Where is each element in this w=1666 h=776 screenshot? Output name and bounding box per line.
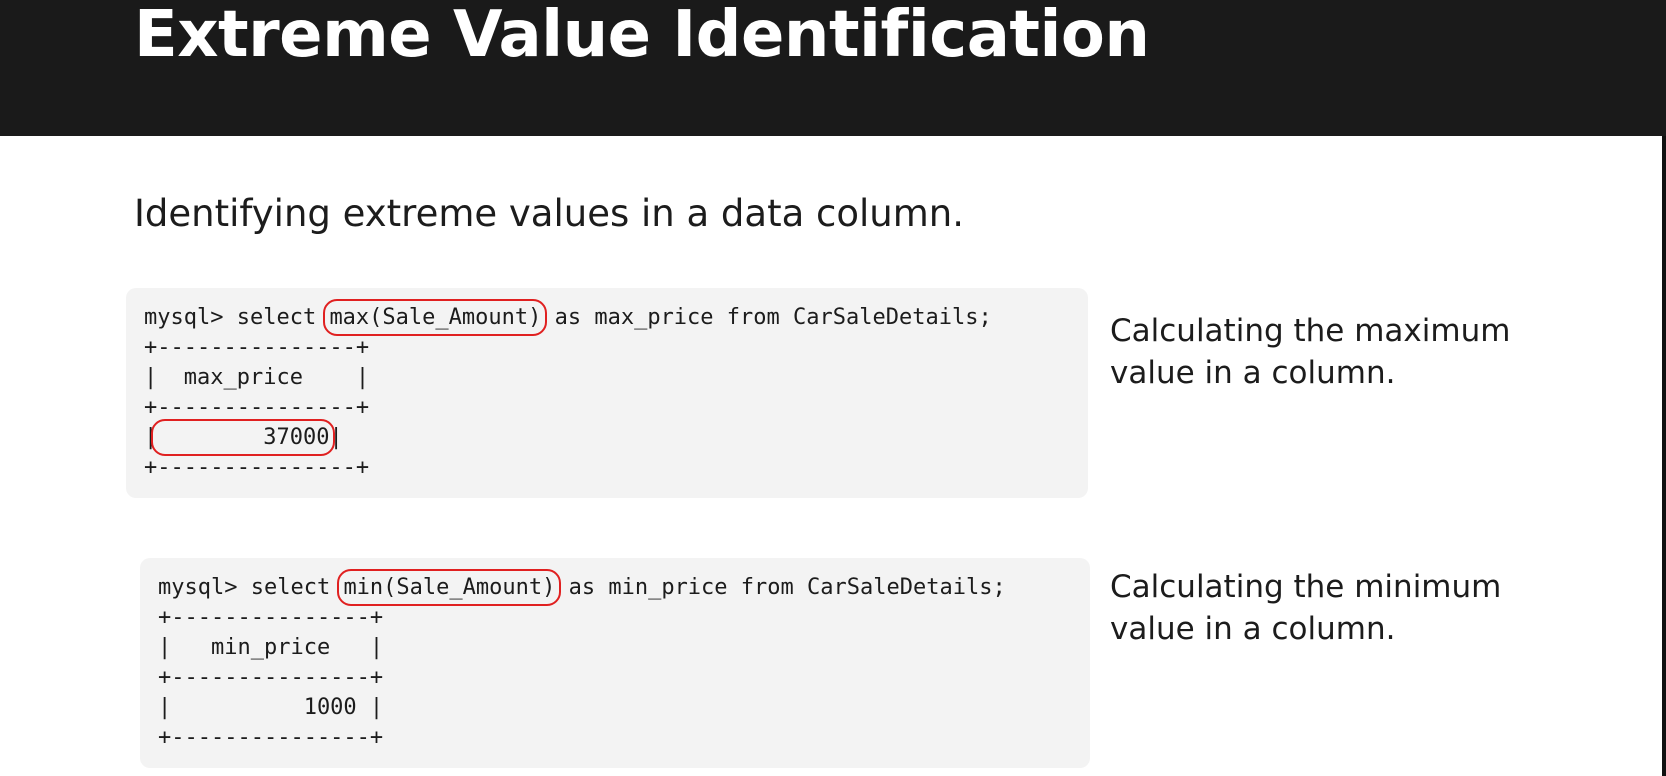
- table-border-mid: +---------------+: [158, 665, 384, 690]
- table-border-mid: +---------------+: [144, 395, 370, 420]
- prompt-text: mysql> select: [144, 305, 330, 330]
- right-edge-bar: [1662, 136, 1666, 776]
- result-bar-right: |: [329, 425, 343, 450]
- table-border-bottom: +---------------+: [144, 455, 370, 480]
- code-panel-max: mysql> select max(Sale_Amount) as max_pr…: [126, 288, 1088, 498]
- title-bar: Extreme Value Identification: [0, 0, 1666, 136]
- description-max: Calculating the maximum value in a colum…: [1110, 313, 1511, 391]
- query-rest-text: as min_price from CarSaleDetails;: [555, 575, 1006, 600]
- table-header-row: | min_price |: [158, 635, 384, 660]
- highlight-min-function: min(Sale_Amount): [337, 569, 562, 606]
- table-result-row: | 37000|: [144, 419, 992, 456]
- highlight-max-result: 37000: [151, 419, 336, 456]
- slide-title: Extreme Value Identification: [134, 0, 1150, 72]
- table-result-row: | 1000 |: [158, 695, 384, 720]
- code-panel-min: mysql> select min(Sale_Amount) as min_pr…: [140, 558, 1090, 768]
- code-block-max: mysql> select max(Sale_Amount) as max_pr…: [144, 299, 992, 483]
- highlight-max-function: max(Sale_Amount): [323, 299, 548, 336]
- query-rest-text: as max_price from CarSaleDetails;: [541, 305, 992, 330]
- slide-subtitle: Identifying extreme values in a data col…: [134, 192, 964, 235]
- prompt-text: mysql> select: [158, 575, 344, 600]
- query-line-max: mysql> select max(Sale_Amount) as max_pr…: [144, 299, 992, 336]
- table-border-top: +---------------+: [144, 335, 370, 360]
- query-line-min: mysql> select min(Sale_Amount) as min_pr…: [158, 569, 1006, 606]
- table-border-top: +---------------+: [158, 605, 384, 630]
- table-header-row: | max_price |: [144, 365, 370, 390]
- result-bar-left: |: [144, 425, 158, 450]
- table-border-bottom: +---------------+: [158, 725, 384, 750]
- code-block-min: mysql> select min(Sale_Amount) as min_pr…: [158, 569, 1006, 753]
- description-min: Calculating the minimum value in a colum…: [1110, 569, 1502, 647]
